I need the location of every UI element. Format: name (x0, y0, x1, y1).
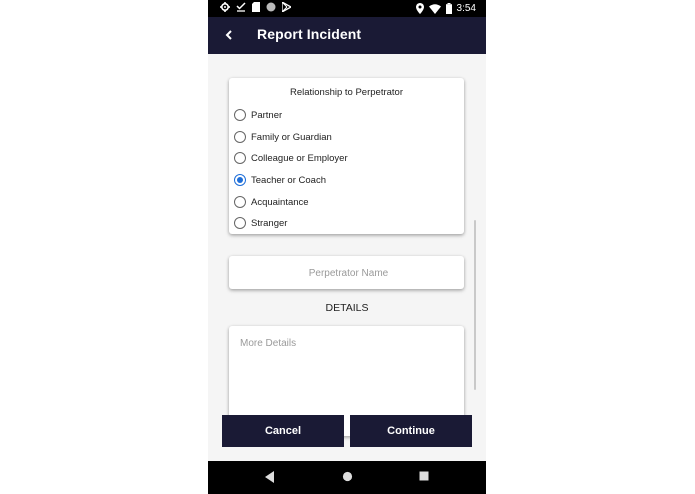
radio-option-stranger[interactable]: Stranger (234, 214, 287, 232)
radio-button[interactable] (234, 152, 246, 164)
recents-square-icon[interactable] (419, 471, 429, 481)
page-title: Report Incident (257, 26, 362, 42)
relationship-title: Relationship to Perpetrator (289, 87, 403, 98)
radio-label: Teacher or Coach (251, 174, 326, 186)
continue-button[interactable]: Continue (350, 415, 472, 447)
navigation-bar (208, 461, 486, 494)
sim-card-icon (252, 2, 260, 12)
back-triangle-icon[interactable] (265, 471, 275, 483)
battery-icon (445, 3, 452, 14)
phone-screen: 3:54 Report Incident Relationship to Per… (208, 0, 486, 494)
radio-label: Colleague or Employer (251, 152, 348, 164)
app-bar: Report Incident (208, 17, 486, 54)
radio-button[interactable] (234, 131, 246, 143)
play-store-icon (282, 2, 291, 12)
perpetrator-name-input[interactable] (229, 256, 468, 291)
cancel-button[interactable]: Cancel (222, 415, 344, 447)
location-icon (415, 3, 424, 14)
status-bar: 3:54 (208, 0, 486, 17)
radio-label: Acquaintance (251, 196, 309, 208)
back-button[interactable] (220, 25, 240, 45)
radio-button[interactable] (234, 196, 246, 208)
status-time: 3:54 (456, 3, 476, 14)
circle-icon (266, 2, 276, 12)
check-icon (236, 2, 246, 12)
radio-option-partner[interactable]: Partner (234, 106, 282, 124)
radio-option-teacher-or-coach[interactable]: Teacher or Coach (234, 171, 326, 189)
radio-label: Stranger (251, 217, 288, 229)
radio-button[interactable] (234, 217, 246, 229)
radio-option-colleague-or-employer[interactable]: Colleague or Employer (234, 149, 348, 167)
home-circle-icon[interactable] (342, 471, 353, 482)
radio-option-acquaintance[interactable]: Acquaintance (234, 193, 309, 211)
perpetrator-name-card (229, 256, 468, 291)
details-heading: DETAILS (325, 302, 369, 314)
radio-option-family-or-guardian[interactable]: Family or Guardian (234, 128, 332, 146)
chevron-left-icon (225, 30, 232, 40)
radio-button[interactable] (234, 109, 246, 121)
status-icons-right: 3:54 (415, 2, 476, 15)
radio-label: Family or Guardian (251, 131, 332, 143)
radio-button-selected[interactable] (234, 174, 246, 186)
status-icons-left (220, 2, 291, 12)
wifi-icon (428, 3, 441, 14)
settings-icon (220, 2, 230, 12)
radio-label: Partner (251, 109, 283, 121)
